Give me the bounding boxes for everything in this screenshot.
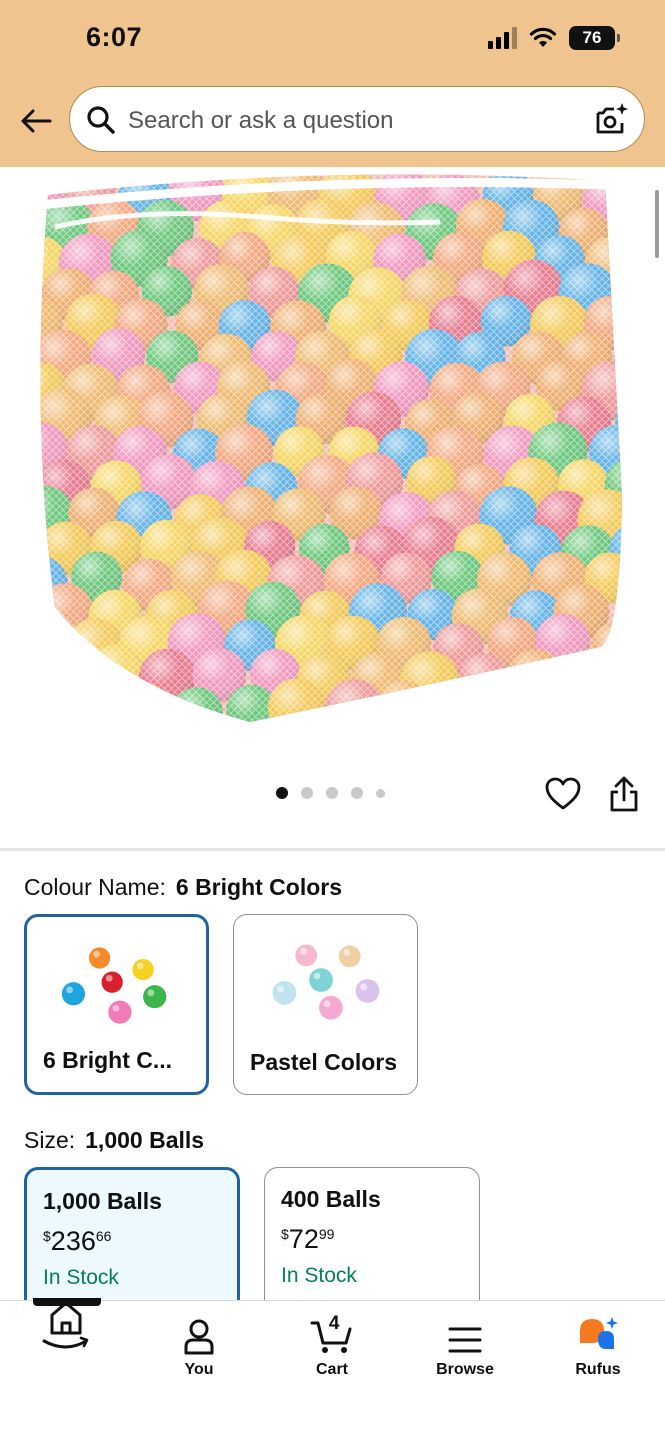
- nav-you[interactable]: You: [144, 1315, 254, 1379]
- pager-dot[interactable]: [351, 787, 363, 799]
- price-currency: $: [281, 1226, 289, 1242]
- scroll-indicator: [655, 190, 659, 258]
- bright-balls-thumbnail: [61, 947, 167, 1024]
- ball-shine: [584, 678, 623, 722]
- signal-icon: [488, 27, 517, 49]
- colour-option-label: 6 Bright C...: [43, 1047, 173, 1073]
- nav-active-indicator: [33, 1298, 101, 1306]
- colour-label: Colour Name:: [24, 874, 166, 900]
- person-icon: [184, 1319, 214, 1355]
- colour-selected-value: 6 Bright Colors: [175, 874, 343, 900]
- ball: [609, 649, 623, 702]
- size-option-title: 1,000 Balls: [43, 1188, 162, 1214]
- battery-level: 76: [582, 28, 602, 47]
- bottom-nav: You 4 Cart Browse Rufus: [0, 1300, 665, 1440]
- ball-shine: [613, 331, 623, 387]
- pager-dot[interactable]: [276, 787, 288, 799]
- ball-shine: [608, 263, 623, 322]
- battery-icon: 76: [569, 26, 620, 50]
- search-input[interactable]: Search or ask a question: [128, 107, 394, 135]
- pager-dot[interactable]: [326, 787, 338, 799]
- share-button[interactable]: [608, 774, 640, 814]
- status-icons: 76: [488, 26, 620, 50]
- ball: [615, 395, 623, 450]
- heart-icon: [545, 777, 581, 810]
- section-divider: [0, 848, 665, 851]
- ball: [613, 331, 623, 387]
- share-icon: [610, 776, 638, 812]
- ball-shine: [615, 395, 623, 450]
- status-bar: 6:07 76: [0, 0, 665, 80]
- wifi-icon: [529, 27, 557, 47]
- ball-shine: [40, 615, 65, 672]
- nav-cart[interactable]: 4 Cart: [277, 1313, 387, 1379]
- menu-icon: [448, 1327, 482, 1353]
- nav-rufus[interactable]: Rufus: [543, 1315, 653, 1379]
- ball: [65, 683, 118, 722]
- ball: [608, 263, 623, 322]
- price-currency: $: [43, 1228, 51, 1244]
- cart-count-badge: 4: [328, 1313, 340, 1334]
- colour-label-row: Colour Name: 6 Bright Colors: [24, 874, 342, 901]
- nav-label: Browse: [436, 1361, 494, 1378]
- ball-shine: [40, 682, 70, 722]
- ball-shine: [40, 650, 92, 706]
- size-option-price: $23666: [43, 1226, 111, 1257]
- ball-shine: [481, 680, 534, 722]
- arrow-left-icon: [21, 109, 52, 133]
- rufus-icon: [580, 1317, 618, 1349]
- search-bar[interactable]: Search or ask a question: [69, 86, 645, 152]
- price-whole: 72: [288, 1224, 319, 1254]
- pager-dot[interactable]: [301, 787, 313, 799]
- ball: [481, 680, 534, 722]
- stock-status: In Stock: [43, 1266, 119, 1289]
- ball-shine: [560, 649, 612, 701]
- size-option-title: 400 Balls: [281, 1186, 381, 1212]
- price-fraction: 66: [95, 1228, 112, 1244]
- product-page: 6:07 76 Search or ask a question Colour …: [0, 0, 665, 1440]
- camera-lens-icon[interactable]: [594, 101, 630, 137]
- nav-home[interactable]: [11, 1301, 121, 1355]
- product-image[interactable]: [0, 167, 665, 767]
- nav-label: You: [184, 1361, 214, 1378]
- nav-label: Cart: [315, 1361, 348, 1378]
- nav-browse[interactable]: Browse: [410, 1315, 520, 1379]
- ball-pit-image: [35, 173, 624, 724]
- stock-status: In Stock: [281, 1264, 357, 1287]
- ball: [538, 684, 590, 722]
- ball: [615, 587, 623, 641]
- size-label-row: Size: 1,000 Balls: [24, 1127, 204, 1154]
- price-fraction: 99: [318, 1226, 335, 1242]
- colour-option-label: Pastel Colors: [250, 1049, 397, 1075]
- ball: [560, 649, 612, 701]
- ball: [432, 684, 487, 722]
- pager-dot[interactable]: [376, 788, 385, 798]
- image-pager[interactable]: [276, 787, 385, 799]
- size-label: Size:: [24, 1127, 76, 1153]
- colour-option-pastel[interactable]: Pastel Colors: [233, 914, 418, 1095]
- back-button[interactable]: [16, 103, 56, 139]
- wishlist-button[interactable]: [544, 776, 582, 812]
- pastel-balls-thumbnail: [272, 944, 380, 1020]
- ball: [40, 682, 70, 722]
- ball-shine: [65, 683, 118, 722]
- ball-shine: [615, 587, 623, 641]
- nav-label: Rufus: [575, 1361, 621, 1378]
- ball: [584, 678, 623, 722]
- ball-shine: [609, 649, 623, 702]
- search-icon: [87, 106, 115, 134]
- ball-shine: [538, 684, 590, 722]
- ball: [40, 650, 92, 706]
- status-time: 6:07: [86, 22, 143, 52]
- size-option-price: $7299: [281, 1224, 334, 1255]
- size-selected-value: 1,000 Balls: [85, 1127, 205, 1153]
- header: 6:07 76 Search or ask a question: [0, 0, 665, 167]
- price-whole: 236: [50, 1226, 96, 1256]
- colour-option-bright[interactable]: 6 Bright C...: [24, 914, 209, 1095]
- ball: [40, 615, 65, 672]
- ball-shine: [432, 684, 487, 722]
